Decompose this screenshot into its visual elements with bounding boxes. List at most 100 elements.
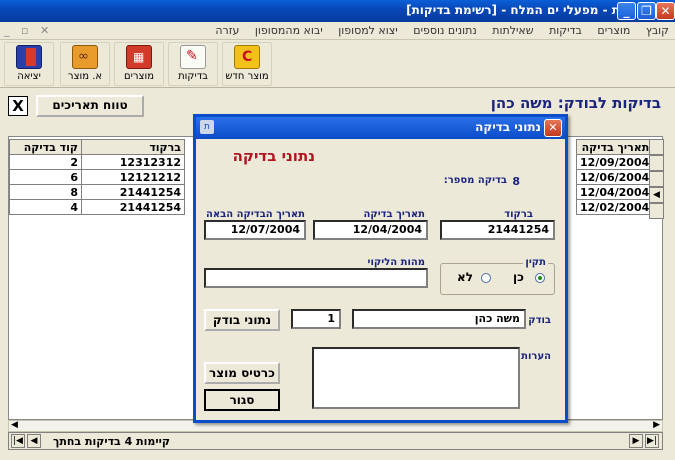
cell-barcode: 21441254 — [81, 184, 185, 200]
row-selector[interactable] — [649, 155, 664, 171]
new-product-label: מוצר חדש — [225, 71, 269, 82]
dialog-title: נתוני בדיקה — [475, 120, 541, 134]
new-product-icon: C — [234, 45, 260, 69]
row-selector-column: ◀ — [649, 139, 664, 219]
inspections-icon: ✎ — [180, 45, 206, 69]
notes-field[interactable] — [312, 347, 520, 409]
notes-label: הערות — [521, 351, 551, 362]
window-title: תאגרית - מפעלי ים המלח - [רשימת בדיקות] — [406, 3, 653, 17]
mdi-controls[interactable]: _ ▫ ✕ — [4, 24, 53, 37]
cell-code: 4 — [9, 199, 82, 215]
minimize-button[interactable]: _ — [617, 2, 636, 20]
cell-date: 12/02/2004 — [575, 199, 654, 215]
inspection-number-label: בדיקה מספר: — [443, 175, 507, 186]
inspector-name-field[interactable]: משה כהן — [352, 309, 526, 329]
menu-queries[interactable]: שאילתות — [486, 22, 539, 39]
menu-help[interactable]: עזרה — [209, 22, 245, 39]
cell-code: 8 — [9, 184, 82, 200]
date-range-button[interactable]: טווח תאריכים — [36, 95, 144, 117]
next-inspection-field[interactable]: 12/07/2004 — [204, 220, 306, 240]
scroll-right-icon[interactable]: ▶ — [653, 420, 660, 430]
valid-yes-radio[interactable] — [535, 273, 545, 283]
record-count-status: קיימות 4 בדיקות בחתך — [53, 435, 170, 448]
grid-left-table: קוד בדיקה ברקוד 2 12312312 6 12121212 8 … — [9, 139, 185, 215]
binoculars-icon: ∞ — [72, 45, 98, 69]
table-row[interactable]: 12/09/2004 — [575, 154, 654, 170]
find-product-button[interactable]: ∞ א. מוצר — [60, 42, 110, 86]
first-record-button[interactable]: |◀ — [11, 434, 25, 448]
cell-date: 12/09/2004 — [575, 154, 654, 170]
menu-import-terminal[interactable]: יבוא מהמסופון — [249, 22, 329, 39]
table-row[interactable]: 2 12312312 — [9, 154, 185, 170]
cell-code: 2 — [9, 154, 82, 170]
table-row[interactable]: 8 21441254 — [9, 184, 185, 200]
valid-yes-label: כן — [513, 270, 524, 284]
cell-code: 6 — [9, 169, 82, 185]
row-selector-current[interactable]: ◀ — [649, 187, 664, 203]
inspection-date-field[interactable]: 12/04/2004 — [313, 220, 428, 240]
cell-date: 12/04/2004 — [575, 184, 654, 200]
prev-record-button[interactable]: ◀ — [27, 434, 41, 448]
inspector-label: בודק — [528, 315, 551, 326]
products-icon: ▦ — [126, 45, 152, 69]
menu-extra-data[interactable]: נתונים נוספים — [407, 22, 482, 39]
next-record-button[interactable]: ▶ — [629, 434, 643, 448]
window-titlebar: ת תאגרית - מפעלי ים המלח - [רשימת בדיקות… — [0, 0, 675, 22]
barcode-field[interactable]: 21441254 — [440, 220, 555, 240]
cell-barcode: 12121212 — [81, 169, 185, 185]
inspector-data-button[interactable]: נתוני בודק — [204, 309, 280, 331]
exit-button[interactable]: יציאה — [4, 42, 54, 86]
inspection-date-label: תאריך בדיקה — [363, 209, 426, 220]
valid-no-radio[interactable] — [481, 273, 491, 283]
valid-radio-group: תקין כן לא — [440, 257, 555, 295]
row-selector-header — [649, 139, 664, 155]
inspector-id-field[interactable]: 1 — [291, 309, 341, 329]
products-button[interactable]: ▦ מוצרים — [114, 42, 164, 86]
dialog-app-icon: ת — [200, 120, 214, 134]
close-window-button[interactable]: ✕ — [656, 2, 675, 20]
next-inspection-label: תאריך הבדיקה הבאה — [206, 209, 305, 220]
inspections-label: בדיקות — [178, 71, 208, 82]
inspection-number-value: 8 — [512, 175, 520, 188]
table-row[interactable]: 12/04/2004 — [575, 184, 654, 200]
menu-export-terminal[interactable]: יצוא למסופון — [332, 22, 404, 39]
dialog-close-btn[interactable]: סגור — [204, 389, 280, 411]
valid-label: תקין — [523, 257, 548, 268]
column-header-barcode[interactable]: ברקוד — [81, 139, 185, 155]
close-form-button[interactable]: X — [8, 96, 28, 116]
dialog-heading: נתוני בדיקה — [232, 147, 315, 165]
cell-date: 12/06/2004 — [575, 169, 654, 185]
row-selector[interactable] — [649, 203, 664, 219]
column-header-code[interactable]: קוד בדיקה — [9, 139, 82, 155]
row-selector[interactable] — [649, 171, 664, 187]
cell-barcode: 21441254 — [81, 199, 185, 215]
find-product-label: א. מוצר — [67, 71, 103, 82]
grid-right-table: תאריך בדיקה 12/09/2004 12/06/2004 12/04/… — [575, 139, 654, 215]
page-title: בדיקות לבודק: משה כהן — [490, 94, 661, 112]
defect-label: מהות הליקוי — [367, 257, 425, 268]
dialog-close-button[interactable]: ✕ — [544, 119, 562, 137]
table-row[interactable]: 4 21441254 — [9, 199, 185, 215]
menu-file[interactable]: קובץ — [640, 22, 675, 39]
table-row[interactable]: 6 12121212 — [9, 169, 185, 185]
table-row[interactable]: 12/06/2004 — [575, 169, 654, 185]
inspections-button[interactable]: ✎ בדיקות — [168, 42, 218, 86]
new-product-button[interactable]: C מוצר חדש — [222, 42, 272, 86]
dialog-titlebar: ת נתוני בדיקה ✕ — [196, 117, 565, 139]
defect-field[interactable] — [204, 268, 428, 288]
menu-bar: קובץ מוצרים בדיקות שאילתות נתונים נוספים… — [0, 22, 675, 40]
toolbar: C מוצר חדש ✎ בדיקות ▦ מוצרים ∞ א. מוצר י… — [0, 40, 675, 88]
table-row[interactable]: 12/02/2004 — [575, 199, 654, 215]
exit-label: יציאה — [17, 71, 41, 82]
column-header-date[interactable]: תאריך בדיקה — [575, 139, 654, 155]
products-label: מוצרים — [124, 71, 154, 82]
scroll-left-icon[interactable]: ◀ — [11, 420, 18, 430]
inspection-details-dialog: ת נתוני בדיקה ✕ נתוני בדיקה בדיקה מספר: … — [193, 114, 568, 423]
menu-inspections[interactable]: בדיקות — [543, 22, 588, 39]
product-card-button[interactable]: כרטיס מוצר — [204, 362, 280, 384]
barcode-label: ברקוד — [504, 209, 533, 220]
restore-button[interactable]: ❐ — [637, 2, 656, 20]
last-record-button[interactable]: ▶| — [645, 434, 659, 448]
menu-products[interactable]: מוצרים — [591, 22, 636, 39]
record-navigator: |◀ ◀ קיימות 4 בדיקות בחתך ▶ ▶| — [8, 432, 663, 450]
